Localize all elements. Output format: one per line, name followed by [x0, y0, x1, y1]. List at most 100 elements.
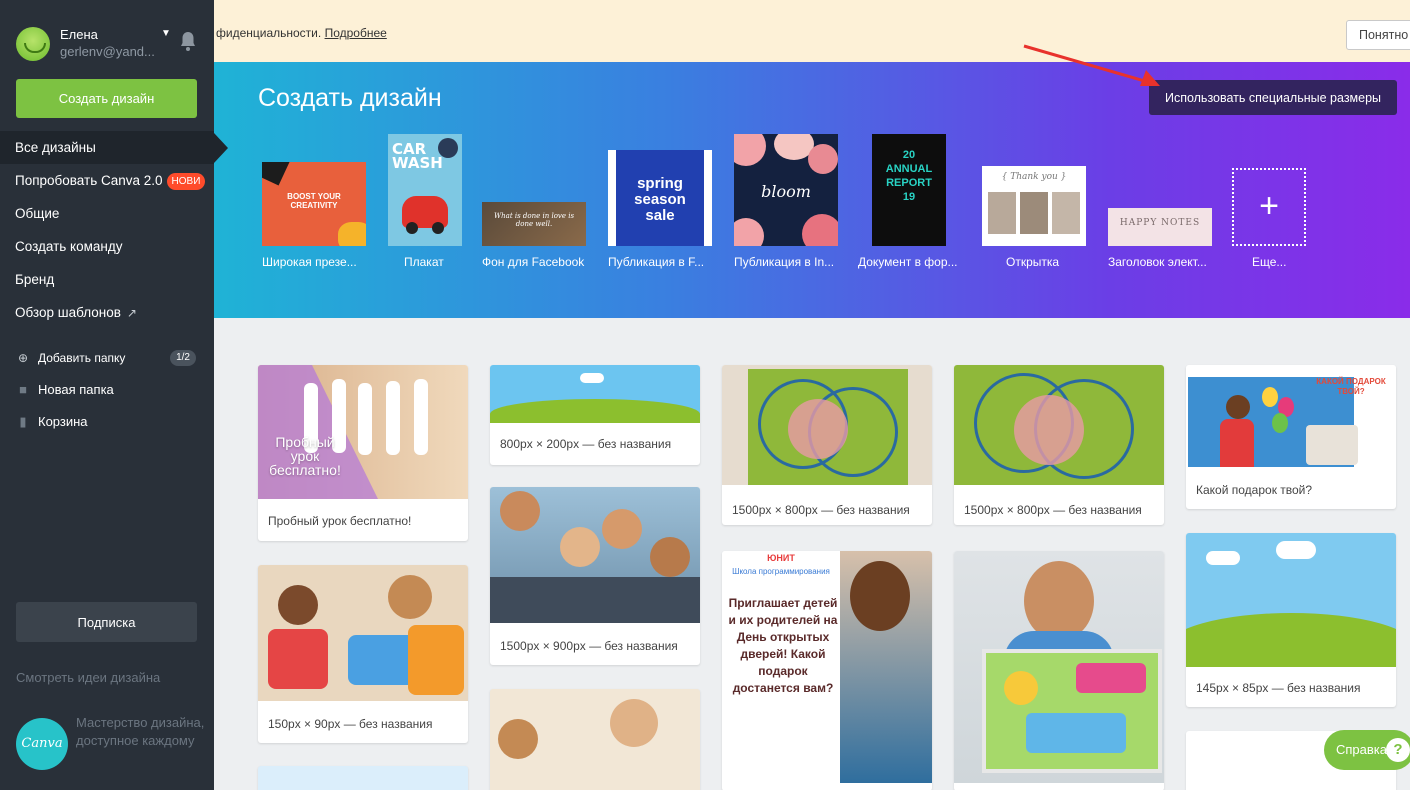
design-card[interactable] [258, 766, 468, 790]
sidebar-item-label: Создать команду [15, 239, 123, 254]
help-button[interactable]: Справка ? [1324, 730, 1410, 770]
thumbnail-text: What is done in love is done well. [493, 212, 575, 228]
thumbnail-text: ЮНИТ [767, 553, 795, 563]
design-caption: Пробный урок бесплатно! [268, 514, 412, 528]
folders-section: ⊕ Добавить папку 1/2 ■ Новая папка ▮ Корзина [0, 342, 214, 438]
add-folder-button[interactable]: ⊕ Добавить папку 1/2 [0, 342, 214, 374]
template-document[interactable]: 20 ANNUAL REPORT 19 Документ в фор... [858, 62, 968, 318]
folder-icon: ■ [19, 382, 27, 397]
notice-ok-button[interactable]: Понятно [1346, 20, 1410, 50]
design-thumbnail [1186, 533, 1396, 667]
design-caption: 1500px × 900px — без названия [500, 639, 678, 653]
user-menu[interactable]: Елена gerlenv@yand... ▼ [14, 22, 204, 66]
template-thumbnail: 20 ANNUAL REPORT 19 [872, 134, 946, 246]
add-folder-label: Добавить папку [38, 351, 126, 365]
design-card[interactable]: 150px × 90px — без названия [258, 565, 468, 743]
design-card[interactable]: 800px × 200px — без названия [490, 365, 700, 465]
sidebar-item-shared[interactable]: Общие [0, 197, 214, 230]
canva-logo: Canva [16, 718, 68, 770]
template-poster[interactable]: CAR WASH Плакат [386, 62, 466, 318]
folder-new[interactable]: ■ Новая папка [0, 374, 214, 406]
design-card[interactable]: 1500px × 800px — без названия [722, 365, 932, 525]
design-ideas-link[interactable]: Смотреть идеи дизайна [16, 670, 160, 685]
template-card[interactable]: { Thank you } Открытка [980, 62, 1090, 318]
folder-trash[interactable]: ▮ Корзина [0, 406, 214, 438]
design-card[interactable]: Пробный урок бесплатно! Пробный урок бес… [258, 365, 468, 541]
sidebar-item-label: Обзор шаблонов [15, 305, 121, 320]
template-label: Заголовок элект... [1108, 255, 1207, 269]
template-label: Публикация в In... [734, 255, 835, 269]
folder-count-badge: 1/2 [170, 350, 196, 366]
thumbnail-text: Школа программирования [732, 567, 830, 576]
external-link-icon: ↗ [126, 306, 137, 320]
create-design-panel: Создать дизайн Использовать специальные … [214, 62, 1410, 318]
template-label: Плакат [404, 255, 444, 269]
design-card[interactable]: 1500px × 800px — без названия [954, 365, 1164, 525]
design-card[interactable]: 1500px × 900px — без названия [490, 487, 700, 665]
sidebar-item-label: Попробовать Canva 2.0 [15, 173, 163, 188]
sidebar-item-label: Общие [15, 206, 60, 221]
sidebar-item-brand[interactable]: Бренд [0, 263, 214, 296]
more-templates-button[interactable]: + Еще... [1232, 62, 1308, 318]
template-label: Публикация в F... [608, 255, 705, 269]
user-email: gerlenv@yand... [60, 44, 155, 59]
template-facebook-cover[interactable]: What is done in love is done well. Фон д… [480, 62, 590, 318]
design-thumbnail [490, 487, 700, 623]
folder-label: Новая папка [38, 382, 114, 397]
design-caption: 150px × 90px — без названия [268, 717, 433, 731]
template-thumbnail: CAR WASH [388, 134, 462, 246]
design-card[interactable]: ЮНИТ Школа программирования Приглашает д… [722, 551, 932, 790]
privacy-notice: фиденциальности. Подробнее Понятно [214, 0, 1410, 62]
design-caption: 145px × 85px — без названия [1196, 681, 1361, 695]
template-thumbnail: HAPPY NOTES [1108, 208, 1212, 246]
bell-icon[interactable] [179, 30, 197, 52]
create-design-button[interactable]: Создать дизайн [16, 79, 197, 118]
template-facebook-post[interactable]: spring season sale Публикация в F... [606, 62, 716, 318]
sidebar-item-create-team[interactable]: Создать команду [0, 230, 214, 263]
notice-more-link[interactable]: Подробнее [325, 26, 387, 40]
trash-icon: ▮ [19, 414, 27, 429]
design-card[interactable] [954, 551, 1164, 790]
template-label: Документ в фор... [858, 255, 958, 269]
canva-app: Елена gerlenv@yand... ▼ Создать дизайн В… [0, 0, 1410, 790]
design-caption: 1500px × 800px — без названия [732, 503, 910, 517]
thumbnail-text: BOOST YOUR CREATIVITY [287, 192, 341, 210]
user-name: Елена [60, 27, 98, 42]
design-caption: 1500px × 800px — без названия [964, 503, 1142, 517]
avatar [16, 27, 50, 61]
sidebar-item-label: Бренд [15, 272, 55, 287]
thumbnail-text: 20 ANNUAL REPORT 19 [885, 149, 933, 203]
design-card[interactable]: 145px × 85px — без названия [1186, 533, 1396, 707]
template-email-header[interactable]: HAPPY NOTES Заголовок элект... [1106, 62, 1216, 318]
design-thumbnail: КАКОЙ ПОДАРОК ТВОЙ? [1186, 365, 1396, 467]
template-label: Еще... [1252, 255, 1287, 269]
new-badge: НОВИ [166, 172, 206, 190]
notice-text: фиденциальности. Подробнее [216, 26, 387, 40]
sidebar-item-all-designs[interactable]: Все дизайны [0, 131, 228, 164]
design-caption: Какой подарок твой? [1196, 483, 1313, 497]
design-thumbnail [490, 365, 700, 423]
template-instagram-post[interactable]: bloom Публикация в In... [732, 62, 842, 318]
thumbnail-text: CAR WASH [392, 140, 443, 172]
template-label: Открытка [1006, 255, 1060, 269]
notice-message: фиденциальности. [216, 26, 322, 40]
chevron-down-icon[interactable]: ▼ [161, 28, 171, 39]
design-thumbnail [722, 365, 932, 485]
template-label: Широкая презе... [262, 255, 357, 269]
design-card[interactable] [490, 689, 700, 790]
subscription-button[interactable]: Подписка [16, 602, 197, 642]
sidebar-item-templates[interactable]: Обзор шаблонов ↗ [0, 296, 214, 329]
template-thumbnail: What is done in love is done well. [482, 202, 586, 246]
design-thumbnail: Пробный урок бесплатно! [258, 365, 468, 499]
template-presentation[interactable]: BOOST YOUR CREATIVITY Широкая презе... [260, 62, 370, 318]
question-icon: ? [1386, 738, 1410, 762]
design-card[interactable]: КАКОЙ ПОДАРОК ТВОЙ? Какой подарок твой? [1186, 365, 1396, 509]
template-label: Фон для Facebook [482, 255, 585, 269]
sidebar-nav: Все дизайны Попробовать Canva 2.0 НОВИ Об… [0, 131, 228, 329]
thumbnail-text: КАКОЙ ПОДАРОК ТВОЙ? [1316, 377, 1386, 396]
sidebar-item-try-canva[interactable]: Попробовать Canva 2.0 НОВИ [0, 164, 214, 197]
thumbnail-text: spring season sale [634, 175, 686, 224]
help-label: Справка [1336, 742, 1387, 757]
annotation-arrow [1023, 44, 1160, 86]
thumbnail-text: { Thank you } [1001, 172, 1067, 182]
